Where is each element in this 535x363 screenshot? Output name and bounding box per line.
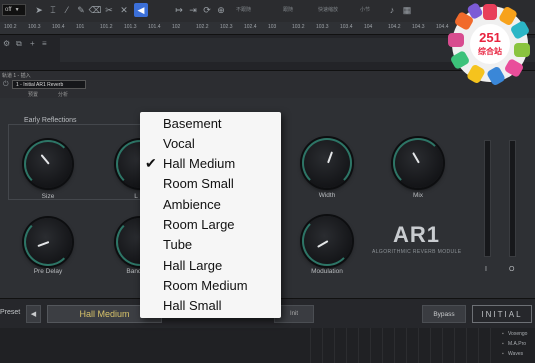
ruler-number: 102.3: [220, 24, 233, 30]
site-watermark-logo: 251 综合站: [448, 3, 530, 85]
chevron-left-icon: ◀: [30, 311, 37, 318]
power-icon[interactable]: ⏻: [3, 81, 9, 89]
menu-item-basement[interactable]: Basement: [163, 114, 222, 134]
input-meter: [484, 140, 491, 257]
width-label: Width: [318, 192, 336, 199]
mix-knob[interactable]: [393, 138, 443, 188]
ruler-number: 101.3: [124, 24, 137, 30]
split-icon[interactable]: ⁄: [60, 3, 74, 17]
ruler-number: 103.3: [316, 24, 329, 30]
range-icon[interactable]: ⌶: [46, 3, 60, 17]
folder-icon: ▪: [502, 351, 504, 357]
ruler-number: 100.4: [52, 24, 65, 30]
listen-icon[interactable]: ◀: [134, 3, 148, 17]
ruler-number: 102: [172, 24, 181, 30]
bend-icon[interactable]: ✂: [102, 3, 116, 17]
preset-current-value: Hall Medium: [79, 309, 130, 319]
size-label: Size: [41, 193, 55, 200]
zoom-icon[interactable]: ⊕: [214, 3, 228, 17]
list-icon[interactable]: ≡: [42, 39, 47, 48]
ruler-number: 100.3: [28, 24, 41, 30]
preset-prev-button[interactable]: ◀: [26, 305, 41, 323]
output-meter: [509, 140, 516, 257]
folder-icon: ▪: [502, 331, 504, 337]
input-label: I: [485, 266, 487, 273]
toolbar-label-a: 不跟随: [236, 7, 252, 13]
pre-delay-label: Pre Delay: [33, 268, 63, 275]
output-label: O: [509, 266, 515, 273]
svg-text:综合站: 综合站: [478, 46, 502, 56]
arrow-icon[interactable]: ➤: [32, 3, 46, 17]
loop-follow-icon[interactable]: ↦: [172, 3, 186, 17]
follow-icon[interactable]: ⇥: [186, 3, 200, 17]
automation-mode-label: off: [5, 7, 12, 13]
automation-mode-dropdown[interactable]: off ▼: [2, 4, 26, 16]
track-settings-icon[interactable]: ⚙: [3, 39, 10, 48]
svg-text:251: 251: [479, 30, 501, 45]
preset-dropdown-menu: Basement Vocal ✔ Hall Medium Room Small …: [140, 112, 281, 318]
snap-icon[interactable]: ♪: [385, 3, 399, 17]
width-knob-ring: [302, 138, 352, 188]
checkmark-icon: ✔: [145, 155, 157, 171]
ruler-number: 103: [268, 24, 277, 30]
preset-tag: 预置: [28, 92, 39, 98]
menu-item-vocal[interactable]: Vocal: [163, 134, 195, 154]
ruler-number: 104.2: [388, 24, 401, 30]
menu-item-hall-large[interactable]: Hall Large: [163, 256, 222, 276]
browser-item[interactable]: Voxengo: [508, 331, 527, 337]
width-knob[interactable]: [302, 138, 352, 188]
menu-item-room-medium[interactable]: Room Medium: [163, 276, 248, 296]
initial-brand-logo: INITIAL: [472, 305, 532, 323]
analysis-tag: 分析: [58, 92, 69, 98]
ruler-number: 104: [364, 24, 373, 30]
ruler-number: 101: [76, 24, 85, 30]
ar1-logo-subtitle: ALGORITHMIC REVERB MODULE: [372, 249, 462, 255]
menu-item-room-large[interactable]: Room Large: [163, 215, 235, 235]
toolbar-label-d: 小节: [360, 7, 371, 13]
pencil-icon[interactable]: ✎: [74, 3, 88, 17]
watermark-petals: 251 综合站: [448, 3, 530, 85]
ruler-number: 100.2: [4, 24, 17, 30]
initial-logo-text: INITIAL: [481, 309, 523, 319]
size-knob[interactable]: [24, 140, 72, 188]
cycle-icon[interactable]: ⟳: [200, 3, 214, 17]
preset-label: Preset: [0, 309, 21, 316]
browser-item[interactable]: M.A.Pro: [508, 341, 526, 347]
plugin-slot-dropdown[interactable]: 1 - Initial AR1 Reverb: [12, 80, 86, 89]
init-label: Init: [289, 311, 298, 317]
ruler-number: 101.2: [100, 24, 113, 30]
eraser-icon[interactable]: ⌫: [88, 3, 102, 17]
ruler-number: 103.4: [340, 24, 353, 30]
toolbar-label-c: 快速缩放: [318, 7, 339, 13]
ruler-number: 102.4: [244, 24, 257, 30]
arrange-grid: [310, 328, 500, 363]
mix-label: Mix: [412, 192, 424, 199]
ruler-number: 103.2: [292, 24, 305, 30]
menu-item-hall-medium[interactable]: Hall Medium: [163, 154, 235, 174]
pre-delay-knob[interactable]: [24, 218, 72, 266]
modulation-label: Modulation: [311, 268, 343, 275]
browser-item[interactable]: Waves: [508, 351, 523, 357]
ruler-number: 104.3: [412, 24, 425, 30]
bypass-button[interactable]: Bypass: [422, 305, 466, 323]
mute-icon[interactable]: ✕: [117, 3, 131, 17]
folder-icon: ▪: [502, 341, 504, 347]
insert-tab-label: 轨道 1 - 插入: [2, 73, 31, 79]
ruler-number: 102.2: [196, 24, 209, 30]
chevron-down-icon: ▼: [14, 7, 20, 13]
modulation-knob[interactable]: [302, 216, 352, 266]
early-reflections-label: Early Reflections: [22, 117, 79, 124]
menu-item-hall-small[interactable]: Hall Small: [163, 296, 222, 316]
link-icon[interactable]: ⧉: [16, 39, 22, 49]
menu-item-tube[interactable]: Tube: [163, 235, 192, 255]
ruler-number: 101.4: [148, 24, 161, 30]
add-track-icon[interactable]: +: [30, 39, 35, 48]
menu-item-room-small[interactable]: Room Small: [163, 174, 234, 194]
plugin-name: 1 - Initial AR1 Reverb: [16, 81, 64, 88]
toolbar-label-b: 跟随: [283, 7, 294, 13]
grid-icon[interactable]: ▦: [400, 3, 414, 17]
ar1-logo-title: AR1: [393, 222, 441, 247]
menu-item-ambience[interactable]: Ambience: [163, 195, 221, 215]
bypass-label: Bypass: [433, 310, 455, 318]
